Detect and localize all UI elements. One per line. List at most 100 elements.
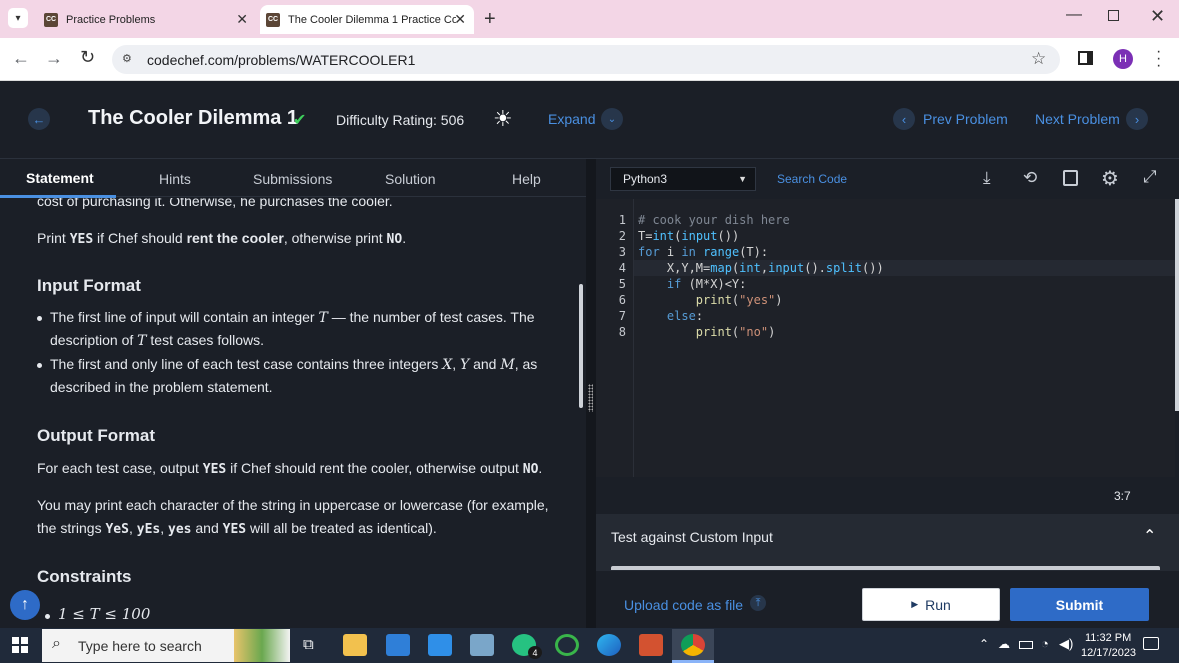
code-line: for i in range(T): — [638, 245, 769, 259]
custom-input-label: Test against Custom Input — [611, 529, 773, 545]
task-view-icon[interactable]: ⧉ — [303, 636, 314, 653]
battery-icon[interactable] — [1019, 641, 1033, 649]
clock-date[interactable]: 12/17/2023 — [1081, 647, 1136, 659]
tab-title: Practice Problems — [66, 13, 156, 26]
tray-chevron-icon[interactable]: ⌃ — [979, 637, 989, 651]
tab-help[interactable]: Help — [512, 171, 541, 187]
reset-code-icon[interactable]: ⟲ — [1023, 168, 1037, 188]
notifications-icon[interactable] — [1143, 637, 1159, 650]
next-chevron-icon[interactable]: › — [1126, 108, 1148, 130]
run-label: Run — [925, 596, 951, 613]
notepad-icon[interactable] — [470, 634, 494, 656]
line-number: 7 — [618, 309, 626, 323]
bookmark-star-icon[interactable]: ☆ — [1031, 49, 1046, 69]
codechef-favicon-icon: CC — [266, 12, 280, 27]
search-icon: ⌕ — [52, 635, 61, 652]
line-number: 3 — [618, 245, 626, 259]
edge-icon[interactable] — [597, 634, 621, 656]
powerpoint-icon[interactable] — [639, 634, 663, 656]
prev-chevron-icon[interactable]: ‹ — [893, 108, 915, 130]
profile-avatar[interactable]: H — [1113, 49, 1133, 69]
volume-icon[interactable]: ◀) — [1059, 636, 1073, 652]
loader-app-icon[interactable] — [555, 634, 579, 656]
code-line: if (M*X)<Y: — [666, 277, 747, 291]
bullet — [45, 614, 50, 619]
upload-code-link[interactable]: Upload code as file — [624, 597, 743, 613]
language-value: Python3 — [623, 172, 668, 186]
output-line: For each test case, output YES if Chef s… — [37, 460, 543, 477]
code-line: else: — [666, 309, 704, 323]
back-arrow-icon[interactable]: ← — [12, 48, 30, 69]
input-bullet-1-cont: description of T test cases follows. — [50, 332, 265, 349]
splitter-handle-icon[interactable] — [588, 384, 593, 412]
forward-arrow-icon[interactable]: → — [45, 48, 63, 69]
file-explorer-icon[interactable] — [343, 634, 367, 656]
side-panel-icon[interactable] — [1078, 51, 1093, 65]
code-line: print("no") — [695, 325, 776, 339]
settings-gear-icon[interactable]: ⚙ — [1101, 166, 1119, 191]
run-button[interactable]: ▶ Run — [862, 588, 1000, 621]
url-field[interactable]: codechef.com/problems/WATERCOOLER1 — [112, 45, 1060, 74]
expand-button[interactable]: Expand — [548, 111, 595, 127]
clock-time[interactable]: 11:32 PM — [1085, 632, 1131, 644]
chrome-icon[interactable] — [681, 634, 705, 656]
solved-check-icon: ✔ — [293, 112, 307, 129]
scroll-to-top-button[interactable]: ↑ — [10, 590, 40, 620]
language-select[interactable]: Python3 ▼ — [610, 167, 756, 191]
close-window-button[interactable]: ✕ — [1150, 6, 1165, 27]
network-icon[interactable]: ☁ — [998, 637, 1010, 651]
code-line: print("yes") — [695, 293, 783, 307]
wifi-icon[interactable]: ◔ — [1041, 636, 1049, 651]
difficulty-rating: Difficulty Rating: 506 — [336, 112, 465, 128]
restore-button[interactable] — [1108, 10, 1119, 21]
case-line-2: the strings YeS, yEs, yes and YES will a… — [37, 520, 437, 537]
editor-statusbar — [596, 477, 1179, 514]
statement-scrollbar[interactable] — [579, 284, 583, 408]
constraints-heading: Constraints — [37, 567, 132, 586]
microsoft-store-icon[interactable] — [386, 634, 410, 656]
tab-submissions[interactable]: Submissions — [253, 171, 332, 187]
tab-search-button[interactable]: ▾ — [8, 8, 28, 28]
theme-toggle-sun-icon[interactable]: ☀ — [493, 106, 513, 132]
code-line: X,Y,M=map(int,input().split()) — [638, 261, 884, 275]
play-icon: ▶ — [911, 599, 919, 609]
prev-problem-link[interactable]: Prev Problem — [923, 111, 1008, 127]
line-number: 1 — [618, 213, 626, 227]
browser-tab-active[interactable]: CC The Cooler Dilemma 1 Practice Co ✕ — [260, 5, 474, 34]
tab-solution[interactable]: Solution — [385, 171, 436, 187]
cursor-position: 3:7 — [1114, 489, 1131, 503]
upload-icon[interactable]: ⤒ — [750, 595, 766, 611]
save-icon[interactable] — [1063, 170, 1078, 186]
submit-button[interactable]: Submit — [1010, 588, 1149, 621]
input-format-heading: Input Format — [37, 276, 141, 295]
browser-tab-practice[interactable]: CC Practice Problems ✕ — [38, 5, 256, 34]
chevron-up-icon[interactable]: ⌃ — [1143, 526, 1156, 546]
back-button[interactable]: ← — [28, 108, 50, 130]
next-problem-link[interactable]: Next Problem — [1035, 111, 1120, 127]
close-tab-icon[interactable]: ✕ — [454, 11, 466, 28]
tab-hints[interactable]: Hints — [159, 171, 191, 187]
reload-icon[interactable]: ↻ — [80, 47, 95, 68]
constraint-1: 1 ≤ T ≤ 100 — [58, 605, 151, 623]
bullet — [37, 363, 42, 368]
search-code-link[interactable]: Search Code — [777, 172, 847, 186]
download-icon[interactable]: ⤓ — [983, 168, 991, 188]
editor-scrollbar[interactable] — [1175, 199, 1179, 411]
line-number: 5 — [618, 277, 626, 291]
tab-statement[interactable]: Statement — [26, 170, 94, 186]
print-line: Print YES if Chef should rent the cooler… — [37, 230, 407, 247]
bullet — [37, 316, 42, 321]
windows-start-icon[interactable] — [12, 637, 28, 653]
new-tab-button[interactable]: + — [484, 8, 496, 31]
expand-chevron-icon[interactable]: ⌄ — [601, 108, 623, 130]
whatsapp-badge: 4 — [528, 646, 542, 659]
mail-icon[interactable] — [428, 634, 452, 656]
output-format-heading: Output Format — [37, 426, 156, 445]
site-info-icon[interactable]: ⚙ — [122, 52, 132, 65]
line-number: 6 — [618, 293, 626, 307]
code-line: T=int(input()) — [638, 229, 740, 243]
close-tab-icon[interactable]: ✕ — [236, 11, 248, 28]
fullscreen-icon[interactable]: ⤢ — [1143, 167, 1157, 187]
minimize-button[interactable]: — — [1066, 6, 1082, 24]
browser-menu-icon[interactable]: · · · — [1156, 44, 1161, 74]
